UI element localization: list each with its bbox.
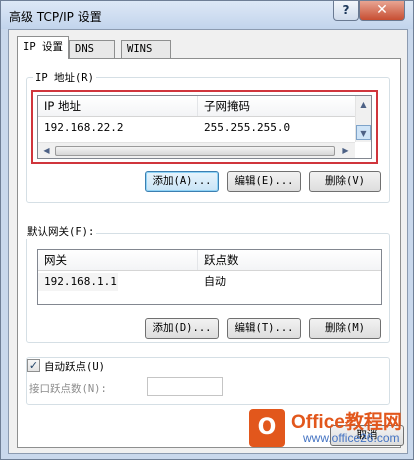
watermark-title: Office教程网 (291, 412, 402, 433)
tab-dns[interactable]: DNS (69, 40, 115, 58)
ip-list-horizontal-scrollbar[interactable]: ◀ ▶ (38, 142, 355, 158)
ip-list-vertical-scrollbar[interactable]: ▲ ▼ (355, 96, 371, 142)
gateway-list[interactable]: 网关 跃点数 192.168.1.1 自动 (37, 249, 382, 305)
ip-list-header: IP 地址 子网掩码 (38, 96, 356, 117)
tab-wins[interactable]: WINS (121, 40, 171, 58)
watermark-url: www.office26.com (303, 431, 400, 445)
subnet-mask-cell[interactable]: 255.255.255.0 (198, 119, 356, 137)
gateway-delete-button[interactable]: 删除(M) (309, 318, 381, 339)
ip-address-list[interactable]: IP 地址 子网掩码 192.168.22.2 255.255.255.0 ▲ … (37, 95, 372, 159)
gateway-edit-button[interactable]: 编辑(T)... (227, 318, 301, 339)
horizontal-scroll-thumb[interactable] (55, 146, 335, 156)
office-logo-icon: O (249, 409, 285, 447)
metric-column-header[interactable]: 跃点数 (198, 250, 381, 270)
window-title: 高级 TCP/IP 设置 (9, 10, 102, 24)
watermark: O Office教程网 www.office26.com (245, 405, 414, 460)
scroll-left-icon[interactable]: ◀ (39, 143, 54, 158)
gateway-cell[interactable]: 192.168.1.1 (38, 273, 118, 291)
gateway-group-label: 默认网关(F): (25, 224, 97, 239)
help-button[interactable]: ? (333, 1, 359, 21)
ip-address-group-label: IP 地址(R) (33, 70, 96, 85)
gateway-list-header: 网关 跃点数 (38, 250, 381, 271)
ip-column-header[interactable]: IP 地址 (38, 96, 198, 116)
ip-edit-button[interactable]: 编辑(E)... (227, 171, 301, 192)
gateway-add-button[interactable]: 添加(D)... (145, 318, 219, 339)
ip-delete-button[interactable]: 删除(V) (309, 171, 381, 192)
scroll-right-icon[interactable]: ▶ (338, 143, 353, 158)
gateway-group: 默认网关(F): 网关 跃点数 192.168.1.1 自动 添加(D)... … (25, 224, 390, 343)
auto-metric-group: ✓ 自动跃点(U) 接口跃点数(N): (26, 357, 390, 405)
gateway-metric-cell[interactable]: 自动 (198, 273, 318, 291)
gateway-column-header[interactable]: 网关 (38, 250, 198, 270)
ip-settings-panel: IP 地址(R) IP 地址 子网掩码 192.168.22.2 255.255… (17, 58, 401, 448)
ip-address-group: IP 地址(R) IP 地址 子网掩码 192.168.22.2 255.255… (26, 70, 390, 203)
scroll-down-icon[interactable]: ▼ (356, 125, 371, 140)
interface-metric-label: 接口跃点数(N): (29, 383, 107, 395)
title-bar[interactable]: 高级 TCP/IP 设置 ? ✕ (1, 1, 413, 29)
ip-address-cell[interactable]: 192.168.22.2 (38, 119, 198, 137)
close-button[interactable]: ✕ (359, 1, 405, 21)
ip-add-button[interactable]: 添加(A)... (145, 171, 219, 192)
dialog-window: 高级 TCP/IP 设置 ? ✕ IP 设置 DNS WINS IP 地址(R)… (0, 0, 414, 460)
auto-metric-label[interactable]: 自动跃点(U) (44, 359, 108, 374)
interface-metric-input[interactable] (147, 377, 223, 396)
dialog-client-area: IP 设置 DNS WINS IP 地址(R) IP 地址 子网掩码 192.1… (8, 29, 408, 454)
mask-column-header[interactable]: 子网掩码 (198, 96, 356, 116)
auto-metric-checkbox[interactable]: ✓ (27, 359, 40, 372)
tab-ip-settings[interactable]: IP 设置 (17, 36, 69, 59)
scroll-up-icon[interactable]: ▲ (356, 97, 371, 112)
